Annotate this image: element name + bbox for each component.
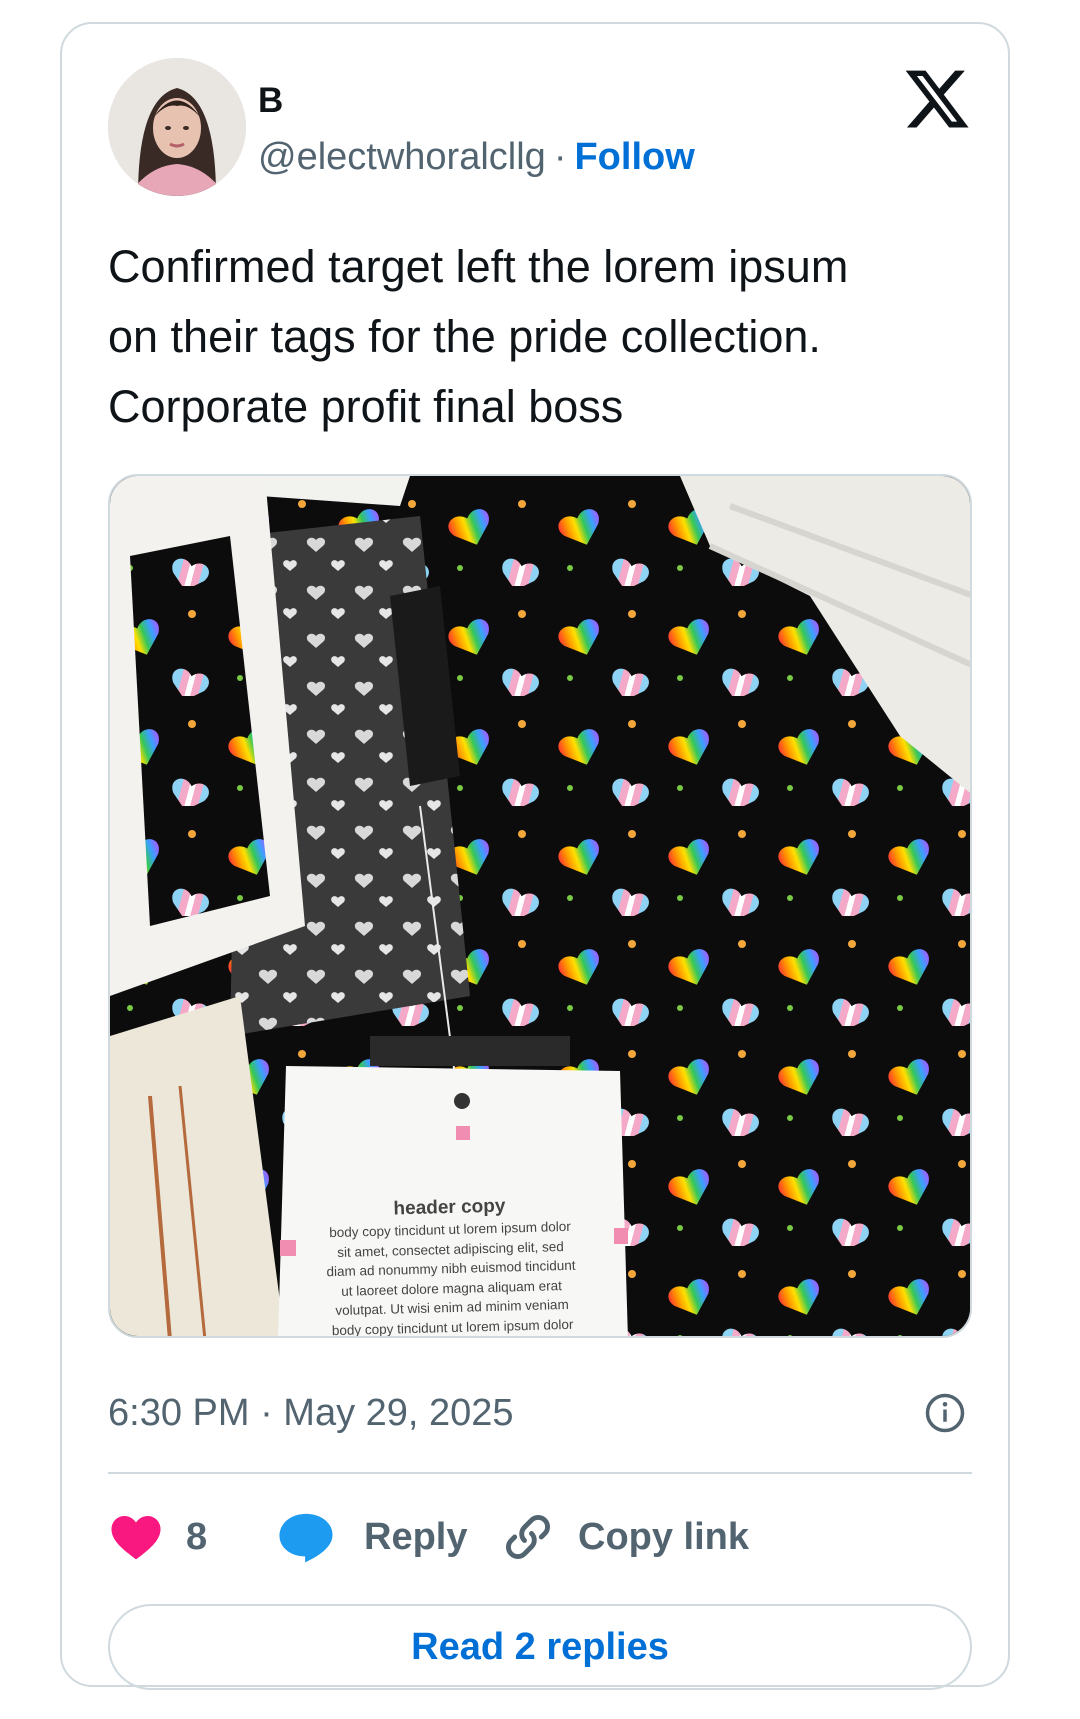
x-logo-icon[interactable]	[902, 64, 972, 134]
tweet-card: B @electwhoralcllg · Follow Confirmed targ…	[60, 22, 1010, 1690]
price-tag-copy: header copy body copy tincidunt ut lorem…	[284, 1192, 618, 1336]
action-bar: 8 Reply Copy link	[108, 1502, 972, 1572]
tweet-timestamp[interactable]: 6:30 PM · May 29, 2025	[108, 1389, 514, 1437]
display-name[interactable]: B	[258, 80, 283, 122]
link-icon	[506, 1515, 550, 1559]
read-replies-button[interactable]: Read 2 replies	[108, 1604, 972, 1690]
follow-link[interactable]: Follow	[574, 136, 694, 178]
reply-label: Reply	[364, 1515, 468, 1558]
reply-button[interactable]: Reply	[276, 1502, 467, 1572]
copy-link-label: Copy link	[578, 1515, 750, 1558]
tweet-photo[interactable]: header copy body copy tincidunt ut lorem…	[108, 474, 972, 1338]
divider	[108, 1472, 972, 1474]
like-count: 8	[186, 1515, 208, 1558]
reply-bubble-icon	[279, 1513, 333, 1563]
heart-icon	[111, 1516, 161, 1560]
copy-link-button[interactable]: Copy link	[500, 1502, 749, 1572]
avatar[interactable]	[108, 58, 246, 196]
separator-dot: ·	[553, 136, 567, 178]
handle-line: @electwhoralcllg · Follow	[258, 134, 695, 180]
tweet-text-line: on their tags for the pride collection.	[108, 311, 821, 362]
like-button[interactable]: 8	[108, 1502, 207, 1572]
tweet-text-line: Confirmed target left the lorem ipsum	[108, 241, 849, 292]
tweet-text: Confirmed target left the lorem ipsum on…	[108, 232, 968, 442]
tweet-text-line: Corporate profit final boss	[108, 381, 624, 432]
user-handle[interactable]: @electwhoralcllg	[258, 136, 546, 178]
avatar-image	[108, 58, 246, 196]
info-icon[interactable]	[924, 1392, 966, 1434]
